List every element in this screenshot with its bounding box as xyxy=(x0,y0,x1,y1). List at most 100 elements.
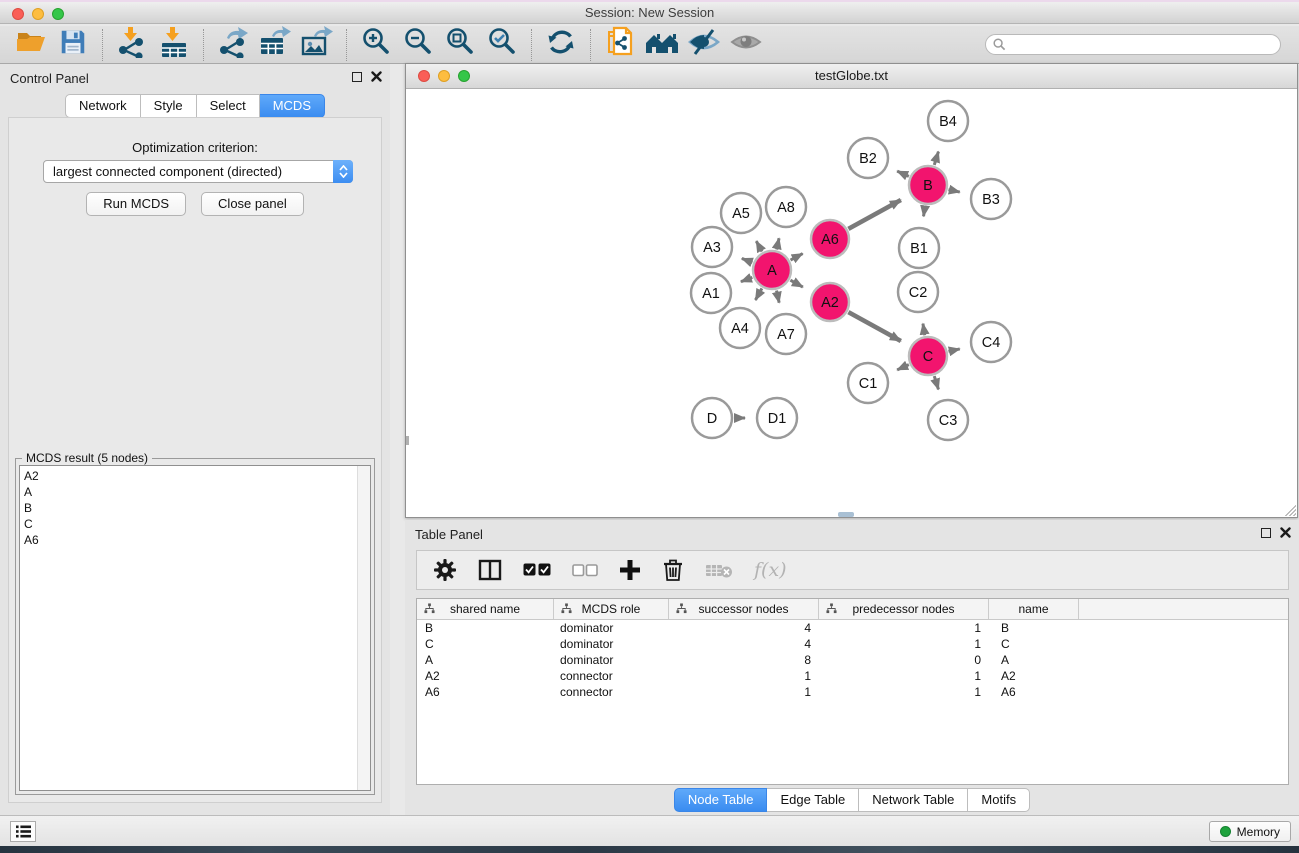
mcds-result-item[interactable]: A6 xyxy=(24,532,39,548)
refresh-view-button[interactable] xyxy=(540,28,582,62)
edge-A-A4[interactable] xyxy=(755,288,761,300)
mcds-result-item[interactable]: A xyxy=(24,484,39,500)
create-column-button[interactable] xyxy=(619,559,641,581)
node-A2[interactable]: A2 xyxy=(811,283,849,321)
export-network-button[interactable] xyxy=(212,28,254,62)
zoom-in-button[interactable] xyxy=(355,28,397,62)
table-row[interactable]: Bdominator41B xyxy=(417,620,1288,636)
export-image-button[interactable] xyxy=(296,28,338,62)
zoom-fit-button[interactable] xyxy=(439,28,481,62)
table-settings-button[interactable] xyxy=(433,558,457,582)
edge-C-C4[interactable] xyxy=(948,349,959,352)
edge-A-A5[interactable] xyxy=(756,241,762,251)
node-A5[interactable]: A5 xyxy=(721,193,761,233)
zoom-selected-button[interactable] xyxy=(481,28,523,62)
node-C3[interactable]: C3 xyxy=(928,400,968,440)
network-window-titlebar[interactable]: testGlobe.txt xyxy=(406,64,1297,89)
edge-A2-C[interactable] xyxy=(848,312,900,341)
table-row[interactable]: A6connector11A6 xyxy=(417,684,1288,700)
edge-B-B3[interactable] xyxy=(948,190,959,193)
import-table-button[interactable] xyxy=(153,28,195,62)
tab-edge-table[interactable]: Edge Table xyxy=(767,788,859,812)
panel-divider-handle[interactable] xyxy=(838,512,854,517)
mcds-result-list[interactable]: A2ABCA6 xyxy=(19,465,371,791)
node-A1[interactable]: A1 xyxy=(691,273,731,313)
open-session-button[interactable] xyxy=(10,28,52,62)
show-panels-button[interactable] xyxy=(10,821,36,842)
node-A[interactable]: A xyxy=(753,251,791,289)
column-header-successor-nodes[interactable]: successor nodes xyxy=(669,599,819,619)
tab-network[interactable]: Network xyxy=(65,94,141,118)
mcds-result-item[interactable]: A2 xyxy=(24,468,39,484)
result-list-scrollbar[interactable] xyxy=(357,466,370,790)
run-mcds-button[interactable]: Run MCDS xyxy=(86,192,186,216)
deselect-all-button[interactable] xyxy=(572,564,598,577)
optimization-criterion-select[interactable]: largest connected component (directed) xyxy=(43,160,353,183)
edge-B-B2[interactable] xyxy=(897,171,909,176)
mcds-result-item[interactable]: B xyxy=(24,500,39,516)
tab-motifs[interactable]: Motifs xyxy=(968,788,1030,812)
column-header-shared-name[interactable]: shared name xyxy=(417,599,554,619)
edge-A-A6[interactable] xyxy=(791,254,803,260)
column-header-predecessor-nodes[interactable]: predecessor nodes xyxy=(819,599,989,619)
close-panel-icon[interactable] xyxy=(371,71,382,82)
node-B2[interactable]: B2 xyxy=(848,138,888,178)
close-table-panel-icon[interactable] xyxy=(1280,527,1291,538)
table-row[interactable]: Cdominator41C xyxy=(417,636,1288,652)
node-A8[interactable]: A8 xyxy=(766,187,806,227)
edge-A-A7[interactable] xyxy=(776,291,779,303)
network-canvas[interactable]: AA1A2A3A4A5A6A7A8BB1B2B3B4CC1C2C3C4DD1 xyxy=(406,89,1297,517)
node-C1[interactable]: C1 xyxy=(848,363,888,403)
node-C[interactable]: C xyxy=(909,337,947,375)
node-C2[interactable]: C2 xyxy=(898,272,938,312)
column-header-MCDS-role[interactable]: MCDS role xyxy=(554,599,669,619)
node-B3[interactable]: B3 xyxy=(971,179,1011,219)
search-input[interactable] xyxy=(985,34,1281,55)
tab-select[interactable]: Select xyxy=(197,94,260,118)
node-B[interactable]: B xyxy=(909,166,947,204)
zoom-out-button[interactable] xyxy=(397,28,439,62)
delete-table-button[interactable] xyxy=(705,561,733,579)
import-network-button[interactable] xyxy=(111,28,153,62)
network-graph[interactable]: AA1A2A3A4A5A6A7A8BB1B2B3B4CC1C2C3C4DD1 xyxy=(406,89,1297,516)
show-columns-button[interactable] xyxy=(478,559,502,581)
edge-B-B1[interactable] xyxy=(924,206,926,217)
column-header-name[interactable]: name xyxy=(989,599,1079,619)
node-A6[interactable]: A6 xyxy=(811,220,849,258)
table-row[interactable]: A2connector11A2 xyxy=(417,668,1288,684)
export-table-button[interactable] xyxy=(254,28,296,62)
node-C4[interactable]: C4 xyxy=(971,322,1011,362)
delete-column-button[interactable] xyxy=(662,558,684,582)
tab-network-table[interactable]: Network Table xyxy=(859,788,968,812)
function-builder-button[interactable]: f(x) xyxy=(754,559,787,581)
float-panel-icon[interactable] xyxy=(352,72,362,82)
show-details-button[interactable] xyxy=(725,28,767,62)
edge-A-A1[interactable] xyxy=(741,277,752,281)
edge-A-A3[interactable] xyxy=(742,258,753,262)
edge-A-A8[interactable] xyxy=(777,238,780,249)
select-all-button[interactable] xyxy=(523,563,551,577)
mcds-result-item[interactable]: C xyxy=(24,516,39,532)
node-D1[interactable]: D1 xyxy=(757,398,797,438)
table-row[interactable]: Adominator80A xyxy=(417,652,1288,668)
edge-C-C2[interactable] xyxy=(923,324,925,336)
edge-B-B4[interactable] xyxy=(934,152,938,165)
hide-details-button[interactable] xyxy=(683,28,725,62)
node-D[interactable]: D xyxy=(692,398,732,438)
edge-C-C1[interactable] xyxy=(897,365,909,370)
float-table-panel-icon[interactable] xyxy=(1261,528,1271,538)
edge-A-A2[interactable] xyxy=(790,280,802,287)
node-B1[interactable]: B1 xyxy=(899,228,939,268)
node-A3[interactable]: A3 xyxy=(692,227,732,267)
clone-network-button[interactable] xyxy=(599,28,641,62)
tab-mcds[interactable]: MCDS xyxy=(260,94,325,118)
memory-button[interactable]: Memory xyxy=(1209,821,1291,842)
tab-node-table[interactable]: Node Table xyxy=(674,788,768,812)
window-resize-grip[interactable] xyxy=(1283,503,1296,516)
edge-A6-B[interactable] xyxy=(848,200,900,229)
node-A7[interactable]: A7 xyxy=(766,314,806,354)
edge-C-C3[interactable] xyxy=(934,376,938,389)
close-panel-button[interactable]: Close panel xyxy=(201,192,304,216)
home-layout-button[interactable] xyxy=(641,28,683,62)
save-session-button[interactable] xyxy=(52,28,94,62)
